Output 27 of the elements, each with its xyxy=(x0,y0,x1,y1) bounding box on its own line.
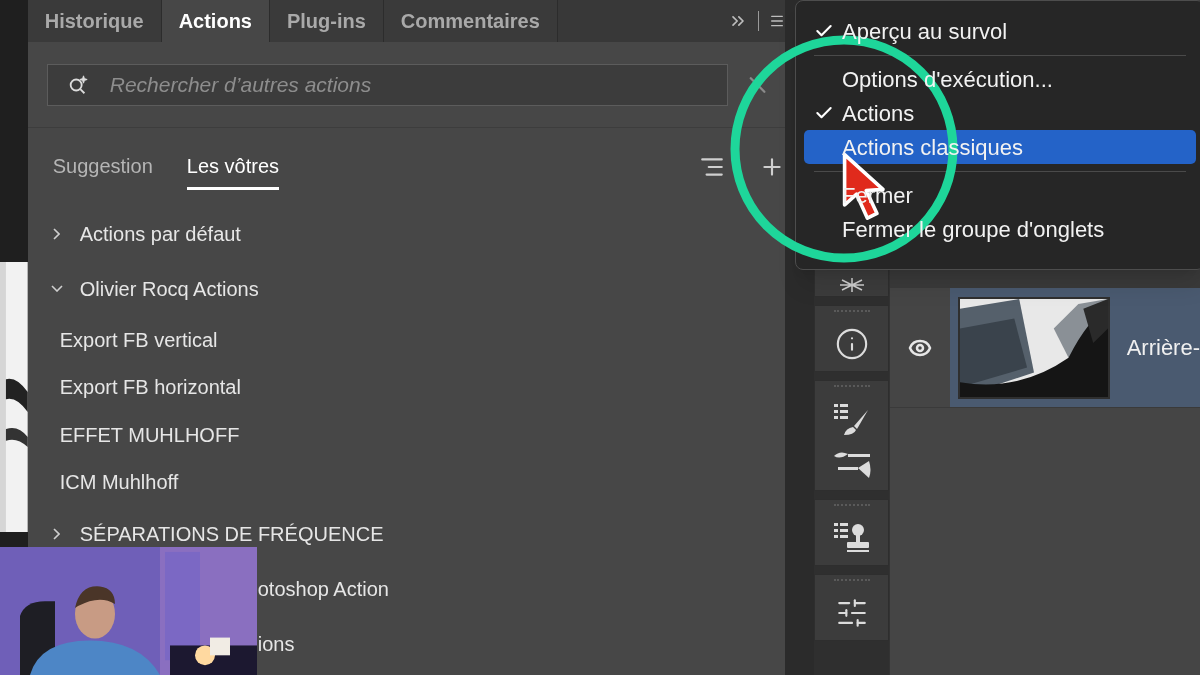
antenna-icon[interactable] xyxy=(837,278,866,292)
menu-item[interactable]: Fermer le groupe d'onglets xyxy=(804,212,1196,246)
action-item[interactable]: Export FB vertical xyxy=(59,324,218,355)
menu-item-label: Aperçu au survol xyxy=(842,17,1008,46)
menu-item-label: Actions xyxy=(842,99,915,128)
action-item[interactable]: otoshop Action xyxy=(257,573,389,604)
search-field[interactable]: Rechercher d’autres actions xyxy=(46,63,728,106)
stamp-list-icon[interactable] xyxy=(831,521,872,555)
panel-tab[interactable]: Actions xyxy=(161,0,270,42)
action-set-label[interactable]: Actions par défaut xyxy=(79,218,241,249)
action-set-label[interactable]: SÉPARATIONS DE FRÉQUENCE xyxy=(79,518,384,549)
chevron-right-icon[interactable] xyxy=(53,227,61,240)
layer-name: Arrière- xyxy=(1126,334,1200,362)
action-item[interactable]: Export FB horizontal xyxy=(59,372,241,403)
subtab[interactable]: Suggestion xyxy=(52,144,153,190)
action-set-label[interactable]: Olivier Rocq Actions xyxy=(79,273,259,304)
info-icon[interactable] xyxy=(834,327,869,361)
menu-icon[interactable] xyxy=(768,13,785,29)
menu-item-label: Fermer le groupe d'onglets xyxy=(842,215,1105,244)
action-item[interactable]: ICM Muhlhoff xyxy=(59,467,179,498)
action-item[interactable]: EFFET MUHLHOFF xyxy=(59,419,240,450)
subtab[interactable]: Les vôtres xyxy=(186,144,280,190)
menu-item[interactable]: Aperçu au survol xyxy=(804,14,1196,48)
menu-item[interactable]: Actions xyxy=(804,96,1196,130)
action-item[interactable]: ions xyxy=(257,628,295,659)
chevron-right-icon[interactable] xyxy=(53,527,61,540)
chevron-down-icon[interactable] xyxy=(50,285,63,292)
